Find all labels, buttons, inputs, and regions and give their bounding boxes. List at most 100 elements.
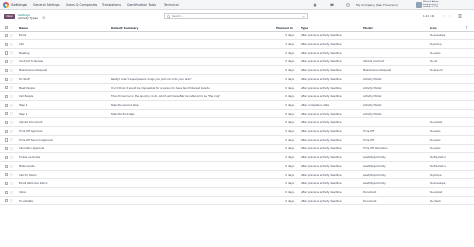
column-header-name[interactable]: Name: [19, 26, 28, 30]
row-checkbox[interactable]: [4, 181, 8, 186]
table-row[interactable]: Email 0 days after previous activity deadl…: [0, 32, 474, 41]
pager-next-icon[interactable]: ›: [447, 14, 452, 19]
drag-handle-icon[interactable]: [10, 86, 13, 90]
pager-value[interactable]: 1-41 / 41: [423, 15, 435, 18]
row-checkbox[interactable]: [4, 60, 8, 64]
row-checkbox[interactable]: [4, 164, 8, 168]
cell-name: Step 2: [19, 103, 28, 107]
drag-handle-icon[interactable]: [10, 190, 13, 195]
cell-icon: fa-users: [430, 130, 441, 134]
table-row[interactable]: Do Stuff Really? Aren't superpowers drugs…: [0, 75, 474, 84]
drag-handle-icon[interactable]: [10, 77, 13, 82]
drag-handle-icon[interactable]: [10, 43, 13, 47]
user-menu[interactable]: Mitchell Admin bangtan-test-7 rewards 17…: [423, 1, 438, 9]
column-header-default-summary[interactable]: Default Summary: [111, 26, 139, 30]
cell-planned-in: 0 days: [285, 190, 294, 194]
user-avatar[interactable]: [416, 2, 422, 8]
row-checkbox[interactable]: [4, 173, 8, 177]
table-row[interactable]: To validate 0 days after previous activity…: [0, 197, 474, 206]
column-header-model[interactable]: Model: [363, 26, 373, 30]
drag-handle-icon[interactable]: [10, 138, 13, 142]
drag-handle-icon[interactable]: [10, 95, 13, 99]
table-row[interactable]: Upload Document 0 days after previous acti…: [0, 119, 474, 128]
odoo-logo-icon[interactable]: [3, 2, 9, 8]
table-row[interactable]: Step 1 Take the first step. 0 days after pr…: [0, 110, 474, 119]
table-row[interactable]: Make Quote 0 days after previous activity …: [0, 162, 474, 171]
drag-handle-icon[interactable]: [10, 60, 13, 64]
pager-previous-icon[interactable]: ‹: [441, 14, 446, 19]
drag-handle-icon[interactable]: [10, 130, 13, 134]
cell-name: Call People: [19, 95, 34, 99]
cell-name: Do Stuff: [19, 77, 30, 81]
drag-handle-icon[interactable]: [10, 69, 13, 73]
table-row[interactable]: Call for Demo 0 days after previous activi…: [0, 171, 474, 180]
drag-handle-icon[interactable]: [10, 147, 13, 151]
company-switcher[interactable]: My Company (San Francisco): [356, 3, 398, 7]
table-row[interactable]: Allocation Approval 0 days after previous …: [0, 145, 474, 154]
row-checkbox[interactable]: [4, 77, 8, 81]
table-row[interactable]: Step 2 Take the second step. 0 days after c…: [0, 101, 474, 110]
table-row[interactable]: Time Off Approval 0 days after previous ac…: [0, 127, 474, 136]
menu-general-settings[interactable]: General Settings: [33, 3, 60, 7]
column-header-planned-in[interactable]: Planned in: [276, 26, 293, 30]
menu-users-companies[interactable]: Users & Companies: [66, 3, 97, 7]
row-checkbox[interactable]: [4, 129, 8, 133]
search-bar[interactable]: [164, 12, 308, 19]
list-view-icon[interactable]: [458, 14, 462, 18]
drag-handle-icon[interactable]: [10, 199, 13, 203]
column-header-icon[interactable]: Icon: [430, 26, 437, 30]
table-row[interactable]: Call People Then throw her in the laundry…: [0, 92, 474, 102]
row-checkbox[interactable]: [4, 147, 8, 151]
drag-handle-icon[interactable]: [10, 164, 13, 169]
table-row[interactable]: Call 2 days after previous activity deadli…: [0, 40, 474, 49]
drag-handle-icon[interactable]: [10, 182, 13, 186]
row-checkbox[interactable]: [4, 121, 8, 125]
bug-icon[interactable]: [313, 3, 317, 7]
chevron-down-icon[interactable]: [302, 15, 306, 18]
row-checkbox[interactable]: [4, 112, 8, 116]
menu-gamification-tools[interactable]: Gamification Tools: [127, 3, 156, 7]
menu-translations[interactable]: Translations: [102, 3, 121, 7]
chat-icon[interactable]: [330, 3, 334, 7]
table-row[interactable]: Follow-up Quote 0 days after previous acti…: [0, 153, 474, 162]
cell-planned-in: 0 days: [285, 60, 294, 64]
drag-handle-icon[interactable]: [10, 173, 13, 177]
table-row[interactable]: Contract to Renew 0 days after previous ac…: [0, 58, 474, 67]
new-button[interactable]: New: [4, 13, 15, 19]
row-checkbox[interactable]: [4, 199, 8, 203]
table-row[interactable]: Meeting 0 days after previous activity dea…: [0, 49, 474, 58]
search-input[interactable]: [172, 14, 300, 19]
table-row[interactable]: Time Off Second Approval 0 days after prev…: [0, 136, 474, 145]
activity-types-table: Name Default Summary Planned in Type Mod…: [0, 24, 474, 247]
column-header-type[interactable]: Type: [301, 26, 308, 30]
row-checkbox[interactable]: [4, 34, 8, 38]
drag-handle-icon[interactable]: [10, 103, 13, 108]
drag-handle-icon[interactable]: [10, 156, 13, 160]
clock-icon[interactable]: [346, 2, 350, 7]
row-checkbox[interactable]: [4, 94, 8, 99]
row-checkbox[interactable]: [4, 155, 8, 159]
drag-handle-icon[interactable]: [10, 121, 13, 125]
row-checkbox[interactable]: [4, 138, 8, 142]
drag-handle-icon[interactable]: [10, 34, 13, 38]
select-all-checkbox[interactable]: [4, 26, 8, 30]
table-row[interactable]: Email Welcome Demo 0 days after previous a…: [0, 179, 474, 189]
optional-columns-icon[interactable]: [465, 26, 468, 29]
table-row[interactable]: Inbox 0 days after previous activity deadl…: [0, 188, 474, 197]
row-checkbox[interactable]: [4, 103, 8, 107]
row-checkbox[interactable]: [4, 68, 8, 72]
table-row[interactable]: Meet People You'd think it would be impos…: [0, 84, 474, 93]
user-extra: rewards 17-12: [423, 6, 438, 9]
app-title[interactable]: Settings: [11, 2, 27, 7]
cell-model: Document: [363, 190, 377, 194]
drag-handle-icon[interactable]: [10, 112, 13, 116]
row-checkbox[interactable]: [4, 42, 8, 46]
row-checkbox[interactable]: [4, 51, 8, 55]
table-row[interactable]: Maintenance Request 0 days after previous …: [0, 66, 474, 75]
gear-icon[interactable]: [42, 16, 46, 20]
row-checkbox[interactable]: [4, 190, 8, 194]
row-checkbox[interactable]: [4, 86, 8, 90]
drag-handle-icon[interactable]: [10, 51, 13, 55]
cell-default-summary: Then throw her in the laundry room, whic…: [111, 95, 222, 99]
menu-technical[interactable]: Technical: [164, 3, 179, 7]
